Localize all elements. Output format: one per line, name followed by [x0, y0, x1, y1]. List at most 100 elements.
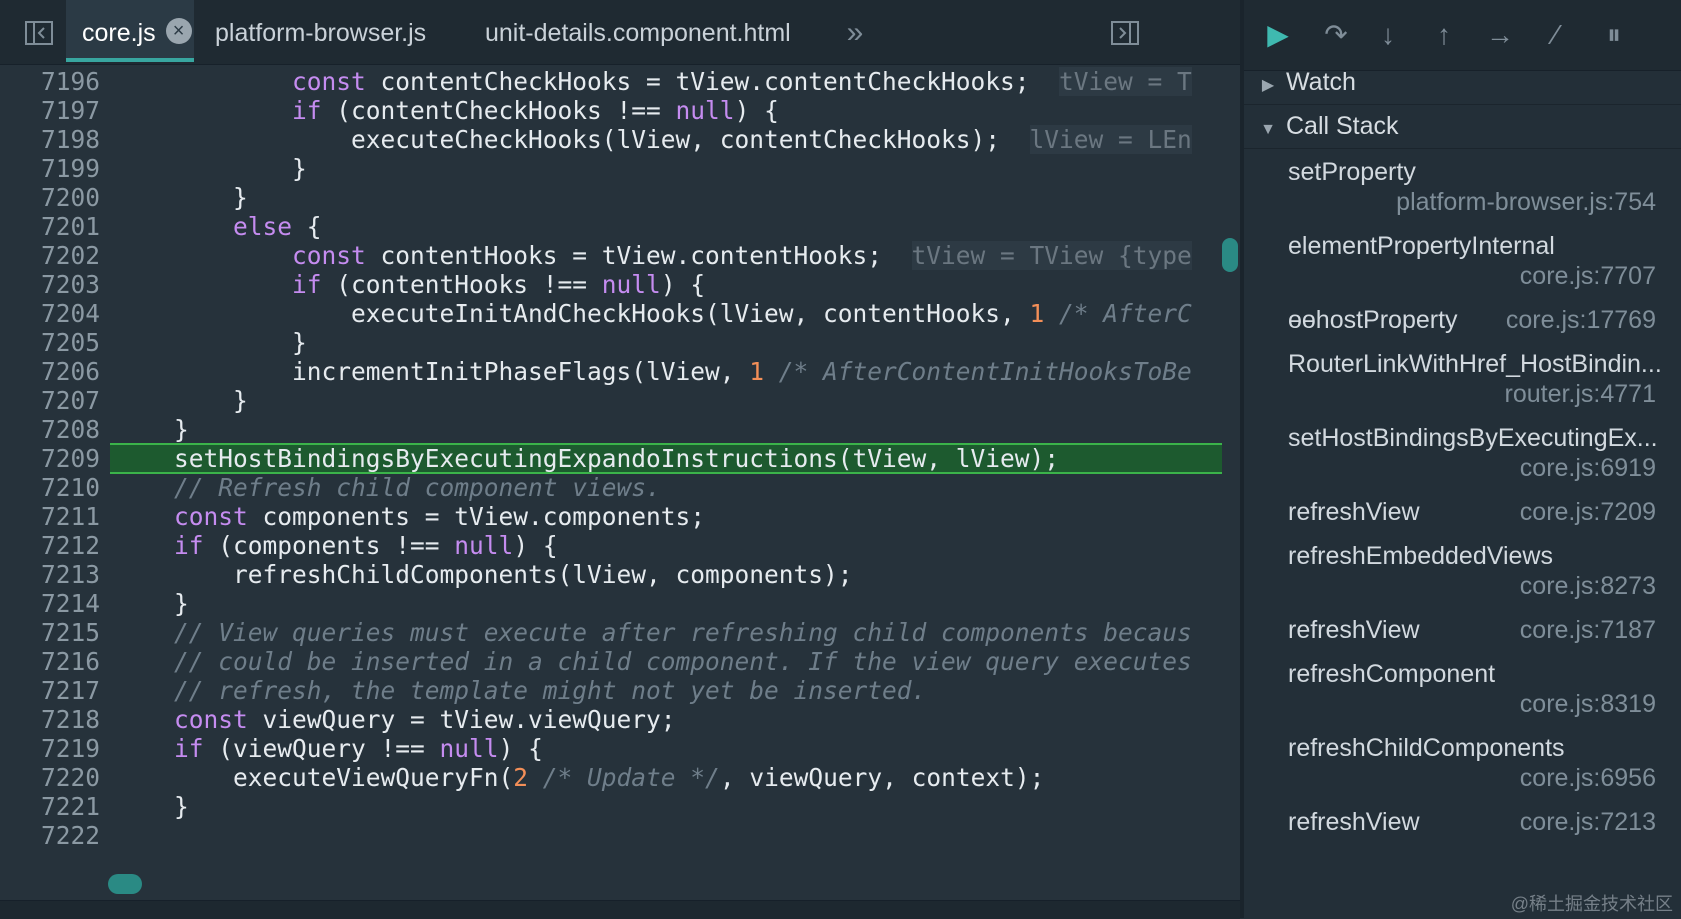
call-stack-frame[interactable]: refreshEmbeddedViews core.js:8273: [1244, 536, 1681, 610]
call-stack-frame[interactable]: refreshView core.js:7209: [1244, 492, 1681, 536]
pause-on-exceptions-icon[interactable]: ⏸: [1594, 16, 1634, 54]
line-number[interactable]: 7212: [14, 530, 100, 561]
line-number[interactable]: 7203: [14, 269, 100, 300]
code-line[interactable]: 7205 }: [0, 327, 1222, 358]
sidebar-toggle-icon[interactable]: [24, 18, 54, 48]
step-into-icon[interactable]: ↓: [1368, 16, 1408, 54]
call-stack-frame[interactable]: refreshChildComponents core.js:6956: [1244, 728, 1681, 802]
code-token: /* AfterC: [1059, 299, 1192, 328]
step-icon[interactable]: →: [1480, 16, 1520, 54]
line-number[interactable]: 7198: [14, 124, 100, 155]
code-line[interactable]: 7208 }: [0, 414, 1222, 445]
call-stack-frame[interactable]: ɵɵhostProperty core.js:17769: [1244, 300, 1681, 344]
tab-bar: core.js × platform-browser.js unit-detail…: [0, 0, 1240, 65]
line-number[interactable]: 7218: [14, 704, 100, 735]
code-line[interactable]: 7212 if (components !== null) {: [0, 530, 1222, 561]
tab-unit-details-html[interactable]: unit-details.component.html: [485, 0, 791, 62]
line-number[interactable]: 7221: [14, 791, 100, 822]
code-token: if: [292, 270, 322, 299]
line-number[interactable]: 7214: [14, 588, 100, 619]
line-number[interactable]: 7204: [14, 298, 100, 329]
line-number[interactable]: 7210: [14, 472, 100, 503]
call-stack-frame[interactable]: setProperty platform-browser.js:754: [1244, 152, 1681, 226]
code-line[interactable]: 7217 // refresh, the template might not …: [0, 675, 1222, 706]
frame-function: refreshChildComponents: [1288, 734, 1565, 762]
code-token: refreshChildComponents(lView, components…: [115, 560, 853, 589]
code-text: }: [115, 791, 1222, 822]
code-line[interactable]: 7211 const components = tView.components…: [0, 501, 1222, 532]
step-out-icon[interactable]: ↑: [1424, 16, 1464, 54]
call-stack-frame[interactable]: setHostBindingsByExecutingEx... core.js:6…: [1244, 418, 1681, 492]
frame-location: core.js:8319: [1519, 690, 1656, 718]
code-line[interactable]: 7204 executeInitAndCheckHooks(lView, con…: [0, 298, 1222, 329]
code-line[interactable]: 7219 if (viewQuery !== null) {: [0, 733, 1222, 764]
status-bar: [0, 900, 1240, 919]
line-number[interactable]: 7202: [14, 240, 100, 271]
code-line[interactable]: 7201 else {: [0, 211, 1222, 242]
panel-toggle-icon[interactable]: [1110, 18, 1140, 48]
resume-icon[interactable]: ▶: [1258, 16, 1298, 54]
line-number[interactable]: 7222: [14, 820, 100, 851]
code-line[interactable]: 7222: [0, 820, 1222, 851]
scrollbar-thumb[interactable]: [1222, 238, 1238, 272]
line-number[interactable]: 7206: [14, 356, 100, 387]
code-line[interactable]: 7206 incrementInitPhaseFlags(lView, 1 /*…: [0, 356, 1222, 387]
code-area[interactable]: 7196 const contentCheckHooks = tView.con…: [0, 66, 1222, 896]
code-token: executeInitAndCheckHooks(lView, contentH…: [115, 299, 1030, 328]
code-line[interactable]: 7220 executeViewQueryFn(2 /* Update */, …: [0, 762, 1222, 793]
line-number[interactable]: 7213: [14, 559, 100, 590]
more-tabs-icon[interactable]: »: [840, 18, 870, 48]
frame-function: RouterLinkWithHref_HostBindin...: [1288, 350, 1662, 378]
code-line[interactable]: 7218 const viewQuery = tView.viewQuery;: [0, 704, 1222, 735]
line-number[interactable]: 7199: [14, 153, 100, 184]
code-token: setHostBindingsByExecutingExpandoInstruc…: [115, 444, 1060, 473]
step-over-icon[interactable]: ↷: [1316, 16, 1356, 54]
tab-platform-browser-js[interactable]: platform-browser.js: [215, 0, 426, 62]
code-line[interactable]: 7214 }: [0, 588, 1222, 619]
call-stack-frame[interactable]: refreshView core.js:7187: [1244, 610, 1681, 654]
watch-section-header[interactable]: ▶ Watch: [1244, 60, 1681, 105]
line-number[interactable]: 7197: [14, 95, 100, 126]
deactivate-breakpoints-icon[interactable]: ⁄: [1536, 16, 1576, 54]
line-number[interactable]: 7215: [14, 617, 100, 648]
line-number[interactable]: 7209: [14, 443, 100, 474]
tab-core-js[interactable]: core.js ×: [66, 0, 194, 62]
code-line[interactable]: 7198 executeCheckHooks(lView, contentChe…: [0, 124, 1222, 155]
code-line[interactable]: 7215 // View queries must execute after …: [0, 617, 1222, 648]
code-line-current[interactable]: 7209 setHostBindingsByExecutingExpandoIn…: [0, 443, 1222, 474]
line-number[interactable]: 7196: [14, 66, 100, 97]
line-number[interactable]: 7220: [14, 762, 100, 793]
line-number[interactable]: 7211: [14, 501, 100, 532]
call-stack-frame[interactable]: RouterLinkWithHref_HostBindin... router.j…: [1244, 344, 1681, 418]
line-number[interactable]: 7217: [14, 675, 100, 706]
line-number[interactable]: 7216: [14, 646, 100, 677]
code-line[interactable]: 7207 }: [0, 385, 1222, 416]
call-stack-frame[interactable]: refreshView core.js:7213: [1244, 802, 1681, 846]
line-number[interactable]: 7208: [14, 414, 100, 445]
code-line[interactable]: 7203 if (contentHooks !== null) {: [0, 269, 1222, 300]
line-number[interactable]: 7207: [14, 385, 100, 416]
close-icon[interactable]: ×: [165, 18, 192, 44]
line-number[interactable]: 7205: [14, 327, 100, 358]
code-line[interactable]: 7202 const contentHooks = tView.contentH…: [0, 240, 1222, 271]
code-line[interactable]: 7200 }: [0, 182, 1222, 213]
horizontal-scrollbar-thumb[interactable]: [108, 874, 142, 894]
code-line[interactable]: 7196 const contentCheckHooks = tView.con…: [0, 66, 1222, 97]
line-number[interactable]: 7219: [14, 733, 100, 764]
code-line[interactable]: 7221 }: [0, 791, 1222, 822]
callstack-section-header[interactable]: ▼ Call Stack: [1244, 104, 1681, 149]
code-line[interactable]: 7210 // Refresh child component views.: [0, 472, 1222, 503]
code-text: if (viewQuery !== null) {: [115, 733, 1222, 764]
code-line[interactable]: 7199 }: [0, 153, 1222, 184]
frame-location: core.js:8273: [1519, 572, 1656, 600]
code-line[interactable]: 7197 if (contentCheckHooks !== null) {: [0, 95, 1222, 126]
line-number[interactable]: 7200: [14, 182, 100, 213]
code-line[interactable]: 7213 refreshChildComponents(lView, compo…: [0, 559, 1222, 590]
line-number[interactable]: 7201: [14, 211, 100, 242]
frame-location: core.js:6956: [1519, 764, 1656, 792]
code-line[interactable]: 7216 // could be inserted in a child com…: [0, 646, 1222, 677]
call-stack-frame[interactable]: refreshComponent core.js:8319: [1244, 654, 1681, 728]
call-stack-frame[interactable]: elementPropertyInternal core.js:7707: [1244, 226, 1681, 300]
